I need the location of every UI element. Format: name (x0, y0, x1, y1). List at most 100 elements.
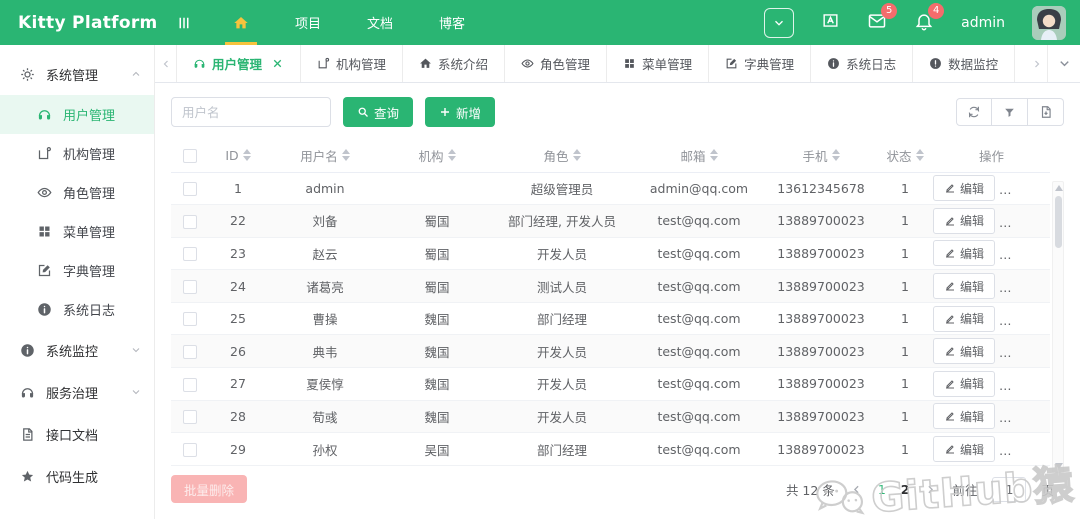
fullscreen-toggle-button[interactable] (764, 7, 795, 38)
row-checkbox[interactable] (183, 214, 197, 229)
column-header-id[interactable]: ID (209, 139, 267, 173)
user-avatar[interactable] (1032, 5, 1066, 40)
sort-icon[interactable] (831, 149, 840, 162)
export-button[interactable] (1028, 98, 1064, 126)
batch-delete-button[interactable]: 批量删除 (171, 475, 248, 503)
delete-button[interactable]: 删除 (1007, 403, 1050, 430)
cell-status: 1 (877, 204, 933, 238)
topnav-docs[interactable]: 文档 (344, 0, 416, 45)
sidebar-item-dict-mgmt[interactable]: 字典管理 (0, 251, 154, 290)
delete-button[interactable]: 删除 (1007, 338, 1050, 365)
edit-button[interactable]: 编辑 (933, 175, 996, 202)
topnav-project-label: 项目 (295, 17, 322, 32)
delete-button[interactable]: 删除 (1007, 370, 1050, 397)
tab-scroll-left-button[interactable] (155, 45, 177, 82)
current-user-name[interactable]: admin (961, 15, 1005, 31)
row-checkbox[interactable] (183, 345, 197, 360)
sidebar-item-org-mgmt[interactable]: 机构管理 (0, 134, 154, 173)
row-checkbox[interactable] (183, 182, 197, 197)
edit-square-icon (37, 263, 52, 278)
edit-button[interactable]: 编辑 (933, 403, 996, 430)
topnav-blog[interactable]: 博客 (416, 0, 488, 45)
sort-icon[interactable] (709, 149, 718, 162)
delete-button[interactable]: 删除 (1007, 436, 1050, 463)
sidebar-item-system-log[interactable]: 系统日志 (0, 290, 154, 329)
page-number-1[interactable]: 1 (878, 482, 886, 497)
eye-icon (521, 57, 534, 70)
sidebar-item-api-docs[interactable]: 接口文档 (0, 413, 154, 455)
sidebar-group-system-monitor[interactable]: 系统监控 (0, 329, 154, 371)
page-number-2[interactable]: 2 (901, 482, 910, 497)
delete-button[interactable]: 删除 (1007, 175, 1050, 202)
tab-dict-mgmt[interactable]: 字典管理 (709, 45, 812, 82)
tab-menu-mgmt[interactable]: 菜单管理 (607, 45, 710, 82)
topnav-project[interactable]: 项目 (272, 0, 344, 45)
edit-icon (944, 313, 956, 325)
edit-button[interactable]: 编辑 (933, 240, 996, 267)
sidebar-group-service-gov[interactable]: 服务治理 (0, 371, 154, 413)
column-header-mobile[interactable]: 手机 (765, 139, 877, 173)
tab-user-mgmt[interactable]: 用户管理 (177, 45, 302, 82)
tab-scroll-right-button[interactable] (1027, 45, 1047, 82)
next-page-button[interactable] (924, 483, 937, 496)
tab-system-log[interactable]: 系统日志 (811, 45, 914, 82)
language-switch-button[interactable] (821, 11, 840, 34)
sidebar-item-role-mgmt[interactable]: 角色管理 (0, 173, 154, 212)
sort-icon[interactable] (572, 149, 581, 162)
query-button[interactable]: 查询 (343, 97, 414, 127)
topnav-home[interactable] (210, 0, 272, 45)
sort-icon[interactable] (915, 149, 924, 162)
refresh-button[interactable] (956, 98, 992, 126)
sidebar-item-menu-mgmt[interactable]: 菜单管理 (0, 212, 154, 251)
filter-button[interactable] (992, 98, 1028, 126)
column-header-status[interactable]: 状态 (877, 139, 933, 173)
cell-status: 1 (877, 302, 933, 336)
row-checkbox[interactable] (183, 247, 197, 262)
search-input[interactable] (171, 97, 331, 127)
delete-button[interactable]: 删除 (1007, 240, 1050, 267)
edit-button[interactable]: 编辑 (933, 338, 996, 365)
tab-org-mgmt[interactable]: 机构管理 (301, 45, 404, 82)
sidebar-item-user-mgmt[interactable]: 用户管理 (0, 95, 154, 134)
sidebar-item-code-gen[interactable]: 代码生成 (0, 455, 154, 497)
column-header-org[interactable]: 机构 (383, 139, 491, 173)
scrollbar-thumb[interactable] (1054, 196, 1062, 248)
notifications-button[interactable]: 4 (914, 2, 945, 35)
edit-button[interactable]: 编辑 (933, 207, 996, 234)
close-icon[interactable] (271, 57, 284, 70)
tab-service[interactable]: 服务 (1015, 45, 1027, 82)
sidebar-collapse-button[interactable] (158, 0, 210, 45)
scroll-up-arrow[interactable] (1055, 185, 1063, 191)
cell-id: 24 (209, 269, 267, 303)
sidebar-group-system-mgmt[interactable]: 系统管理 (0, 53, 154, 95)
tab-options-dropdown-button[interactable] (1047, 45, 1080, 82)
edit-button[interactable]: 编辑 (933, 370, 996, 397)
select-all-checkbox[interactable] (183, 149, 197, 163)
column-header-email[interactable]: 邮箱 (633, 139, 765, 173)
edit-button[interactable]: 编辑 (933, 436, 996, 463)
column-header-role[interactable]: 角色 (491, 139, 633, 173)
row-checkbox[interactable] (183, 279, 197, 294)
row-checkbox[interactable] (183, 312, 197, 327)
add-button[interactable]: 新增 (425, 97, 496, 127)
scroll-down-arrow[interactable] (1055, 463, 1063, 469)
sort-icon[interactable] (341, 149, 350, 162)
tab-data-monitor[interactable]: 数据监控 (913, 45, 1016, 82)
row-checkbox[interactable] (183, 410, 197, 425)
sort-icon[interactable] (242, 149, 251, 162)
delete-button[interactable]: 删除 (1007, 207, 1050, 234)
column-header-username[interactable]: 用户名 (267, 139, 383, 173)
tab-system-intro[interactable]: 系统介绍 (403, 45, 506, 82)
row-checkbox[interactable] (183, 442, 197, 457)
sort-icon[interactable] (447, 149, 456, 162)
edit-button[interactable]: 编辑 (933, 305, 996, 332)
tab-role-mgmt[interactable]: 角色管理 (505, 45, 608, 82)
prev-page-button[interactable] (850, 483, 863, 496)
goto-page-input[interactable] (992, 476, 1027, 502)
delete-button[interactable]: 删除 (1007, 273, 1050, 300)
messages-button[interactable]: 5 (867, 2, 898, 35)
edit-button[interactable]: 编辑 (933, 273, 996, 300)
delete-button[interactable]: 删除 (1007, 305, 1050, 332)
edit-icon (944, 182, 956, 194)
row-checkbox[interactable] (183, 377, 197, 392)
